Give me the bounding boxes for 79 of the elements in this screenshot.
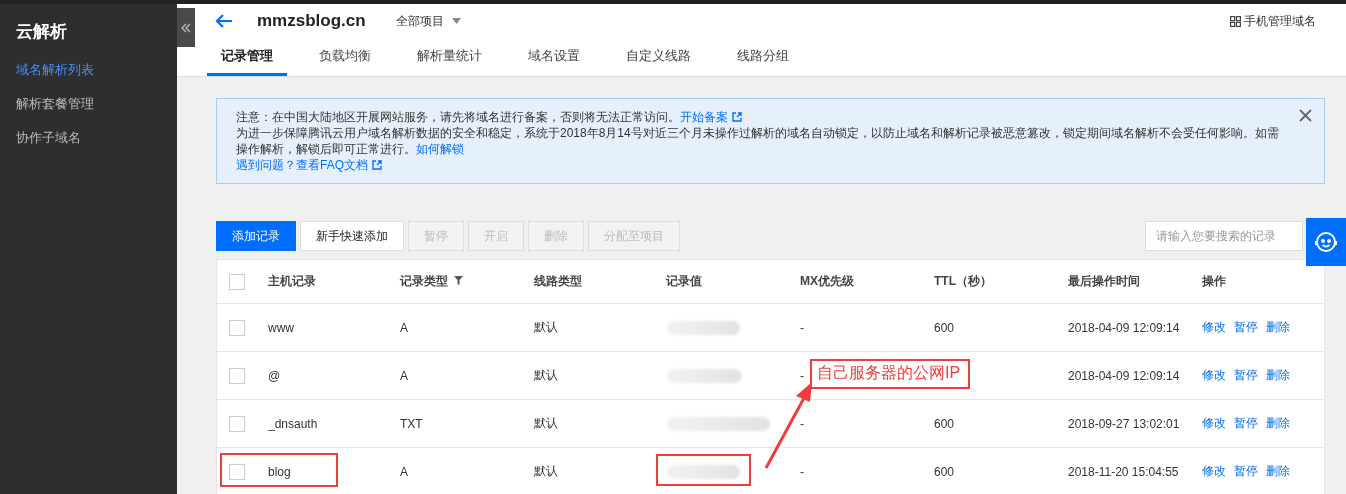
table-cell: 默认 [534, 320, 558, 334]
column-header: 记录类型 [400, 274, 448, 288]
action-link[interactable]: 暂停 [1234, 463, 1258, 480]
table-cell: 600 [934, 416, 955, 431]
table-cell: 默认 [534, 368, 558, 382]
sidebar-item[interactable]: 解析套餐管理 [16, 95, 94, 113]
caret-icon [451, 18, 461, 24]
app-title: 云解析 [15, 21, 68, 43]
table-cell: A [400, 368, 408, 383]
column-header: 线路类型 [534, 274, 582, 288]
action-link[interactable]: 修改 [1202, 367, 1226, 384]
table-cell: 2018-04-09 12:09:14 [1068, 320, 1180, 335]
column-header: 记录值 [666, 274, 702, 288]
notice-text: 注意：在中国大陆地区开展网站服务，请先将域名进行备案，否则将无法正常访问。开始备案 [236, 109, 1284, 125]
table-cell: @ [268, 368, 281, 383]
table-cell: - [800, 464, 804, 479]
notice-text: 为进一步保障腾讯云用户域名解析数据的安全和稳定，系统于2018年8月14号对近三个月未操作过解析的域名自动锁定，以防止域名和解析记录被恶意篡改，锁定期间域名解析不会受任何影响。如需操作解析，解锁后即可正常进行。如何解锁 [236, 125, 1280, 157]
back-arrow-icon[interactable] [215, 13, 233, 29]
collapse-button[interactable] [177, 8, 195, 47]
table-cell: 600 [934, 320, 955, 335]
tab[interactable]: 负载均衡 [305, 39, 385, 76]
checkbox[interactable] [229, 319, 245, 336]
table-cell: 2018-04-09 12:09:14 [1068, 368, 1180, 383]
close-icon[interactable] [1299, 109, 1312, 122]
action-link[interactable]: 删除 [1266, 415, 1290, 432]
checkbox[interactable] [229, 463, 245, 480]
column-header: 主机记录 [268, 274, 316, 288]
table-cell: - [800, 368, 804, 383]
table-cell: - [800, 416, 804, 431]
action-link[interactable]: 删除 [1266, 463, 1290, 480]
domain-title: mmzsblog.cn [257, 11, 366, 31]
action-link[interactable]: 修改 [1202, 415, 1226, 432]
table-cell: A [400, 464, 408, 479]
toolbar-button[interactable]: 新手快速添加 [300, 221, 404, 251]
table-cell: blog [268, 464, 291, 479]
tab[interactable]: 记录管理 [207, 39, 287, 76]
table-cell: www [268, 320, 294, 335]
checkbox[interactable] [229, 415, 245, 432]
table-cell: TXT [400, 416, 423, 431]
double-chevron-icon [181, 22, 191, 33]
table-cell: 默认 [534, 416, 558, 430]
tab[interactable]: 线路分组 [723, 39, 803, 76]
annotation-label: 自己服务器的公网IP [810, 359, 971, 389]
table-cell: A [400, 320, 408, 335]
column-header: TTL（秒） [934, 274, 992, 288]
mobile-manage-link[interactable]: 手机管理域名 [1244, 12, 1316, 30]
support-button[interactable] [1306, 218, 1346, 266]
tab[interactable]: 自定义线路 [612, 39, 705, 76]
headset-icon [1313, 229, 1339, 255]
table-cell: 600 [934, 464, 955, 479]
sidebar-item[interactable]: 协作子域名 [16, 129, 81, 147]
checkbox[interactable] [229, 367, 245, 384]
table-cell: 2018-09-27 13:02:01 [1068, 416, 1180, 431]
action-link[interactable]: 删除 [1266, 319, 1290, 336]
notice-link[interactable]: 如何解锁 [416, 142, 464, 156]
column-header: 最后操作时间 [1068, 274, 1140, 288]
column-header: 操作 [1202, 274, 1226, 288]
project-dropdown[interactable]: 全部项目 [395, 12, 461, 30]
table-cell: 默认 [534, 464, 558, 478]
action-link[interactable]: 暂停 [1234, 367, 1258, 384]
action-link[interactable]: 暂停 [1234, 319, 1258, 336]
column-header: MX优先级 [800, 274, 854, 288]
search-field[interactable]: 请输入您要搜索的记录 [1145, 221, 1303, 251]
qr-code-icon [1230, 15, 1241, 27]
checkbox[interactable] [229, 273, 245, 290]
tab[interactable]: 解析量统计 [403, 39, 496, 76]
filter-icon[interactable] [454, 276, 463, 285]
sidebar-item[interactable]: 域名解析列表 [16, 61, 94, 79]
notice-link[interactable]: 开始备案 [680, 110, 728, 124]
action-link[interactable]: 修改 [1202, 319, 1226, 336]
table-cell: _dnsauth [268, 416, 318, 431]
table-cell: 2018-11-20 15:04:55 [1068, 464, 1179, 479]
toolbar-button[interactable]: 添加记录 [216, 221, 296, 251]
action-link[interactable]: 修改 [1202, 463, 1226, 480]
action-link[interactable]: 删除 [1266, 367, 1290, 384]
tab[interactable]: 域名设置 [514, 39, 594, 76]
table-cell: - [800, 320, 804, 335]
action-link[interactable]: 暂停 [1234, 415, 1258, 432]
faq-link[interactable]: 遇到问题？查看FAQ文档 [236, 158, 368, 172]
